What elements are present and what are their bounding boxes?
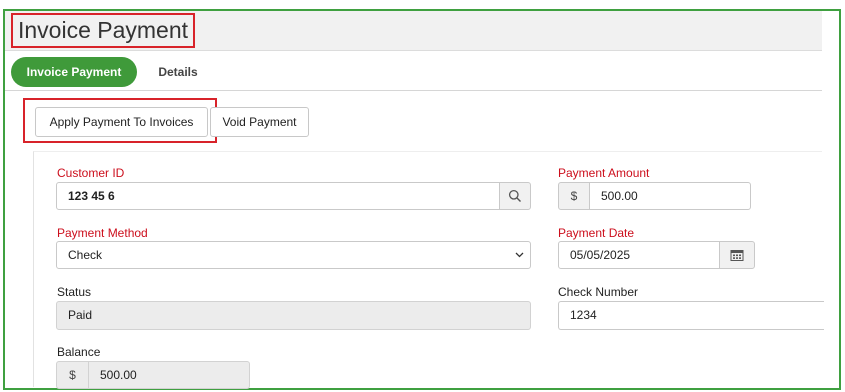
customer-search-button[interactable] <box>499 182 531 210</box>
payment-amount-field[interactable]: 500.00 <box>589 182 751 210</box>
customer-id-field[interactable]: 123 45 6 <box>56 182 500 210</box>
customer-id-label: Customer ID <box>57 166 125 180</box>
payment-date-field[interactable]: 05/05/2025 <box>558 241 720 269</box>
payment-method-select[interactable]: Check <box>56 241 531 269</box>
date-picker-button[interactable] <box>719 241 755 269</box>
tabs-divider <box>5 90 822 91</box>
calendar-icon <box>730 250 744 261</box>
tab-invoice-payment[interactable]: Invoice Payment <box>11 57 137 87</box>
apply-payment-button[interactable]: Apply Payment To Invoices <box>35 107 208 137</box>
payment-method-label: Payment Method <box>57 226 148 240</box>
payment-method-value: Check <box>68 248 103 262</box>
status-field: Paid <box>56 301 531 330</box>
void-payment-button[interactable]: Void Payment <box>210 107 309 137</box>
search-icon <box>508 189 521 202</box>
balance-field: 500.00 <box>88 361 250 389</box>
payment-date-label: Payment Date <box>558 226 635 240</box>
page-title: Invoice Payment <box>11 13 196 48</box>
chevron-down-icon <box>515 252 524 258</box>
check-number-label: Check Number <box>558 285 639 299</box>
currency-addon: $ <box>558 182 590 210</box>
status-label: Status <box>57 285 92 299</box>
payment-amount-label: Payment Amount <box>558 166 650 180</box>
balance-label: Balance <box>57 345 101 359</box>
balance-currency-addon: $ <box>56 361 89 389</box>
check-number-field[interactable]: 1234 <box>558 301 824 330</box>
tab-details[interactable]: Details <box>145 57 211 87</box>
